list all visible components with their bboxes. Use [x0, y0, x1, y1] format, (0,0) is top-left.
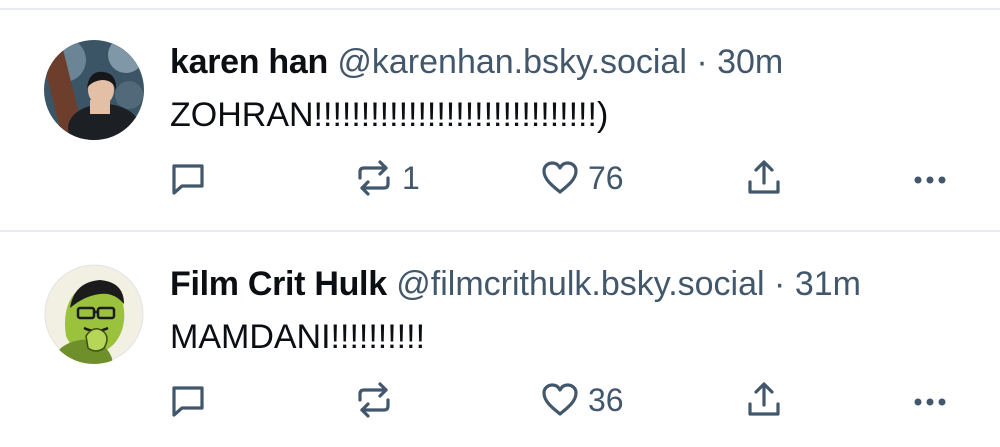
share-icon [744, 158, 784, 198]
post-time[interactable]: 30m [717, 43, 783, 81]
repost-icon [354, 158, 394, 198]
more-options-button[interactable] [910, 378, 950, 422]
meta-separator: · [696, 43, 708, 81]
author-handle[interactable]: @karenhan.bsky.social [337, 43, 687, 81]
post-text: MAMDANI!!!!!!!!!! [170, 318, 426, 356]
share-button[interactable] [744, 156, 784, 200]
more-icon [910, 380, 950, 420]
post-header: karen han @karenhan.bsky.social · 30m [170, 42, 783, 82]
share-button[interactable] [744, 378, 784, 422]
post-item[interactable]: Film Crit Hulk @filmcrithulk.bsky.social… [0, 232, 1000, 447]
share-icon [744, 380, 784, 420]
post-time[interactable]: 31m [795, 265, 861, 303]
more-icon [910, 158, 950, 198]
more-options-button[interactable] [910, 156, 950, 200]
repost-icon [354, 380, 394, 420]
like-icon [540, 158, 580, 198]
author-name[interactable]: karen han [170, 43, 328, 81]
repost-count: 1 [402, 160, 420, 196]
avatar[interactable] [44, 40, 144, 140]
like-button[interactable]: 36 [540, 378, 624, 422]
reply-icon [168, 158, 208, 198]
like-count: 76 [588, 160, 624, 196]
post-actions: 1 76 [0, 156, 1000, 200]
author-name[interactable]: Film Crit Hulk [170, 265, 387, 303]
like-button[interactable]: 76 [540, 156, 624, 200]
post-item[interactable]: karen han @karenhan.bsky.social · 30m ZO… [0, 0, 1000, 230]
like-count: 36 [588, 382, 624, 418]
repost-button[interactable] [354, 378, 402, 422]
repost-button[interactable]: 1 [354, 156, 420, 200]
author-handle[interactable]: @filmcrithulk.bsky.social [396, 265, 764, 303]
reply-button[interactable] [168, 156, 216, 200]
like-icon [540, 380, 580, 420]
post-actions: 36 [0, 378, 1000, 422]
reply-button[interactable] [168, 378, 216, 422]
post-text: ZOHRAN!!!!!!!!!!!!!!!!!!!!!!!!!!!!!!) [170, 96, 609, 134]
reply-icon [168, 380, 208, 420]
post-header: Film Crit Hulk @filmcrithulk.bsky.social… [170, 264, 861, 304]
meta-separator: · [774, 265, 786, 303]
avatar[interactable] [44, 264, 144, 364]
